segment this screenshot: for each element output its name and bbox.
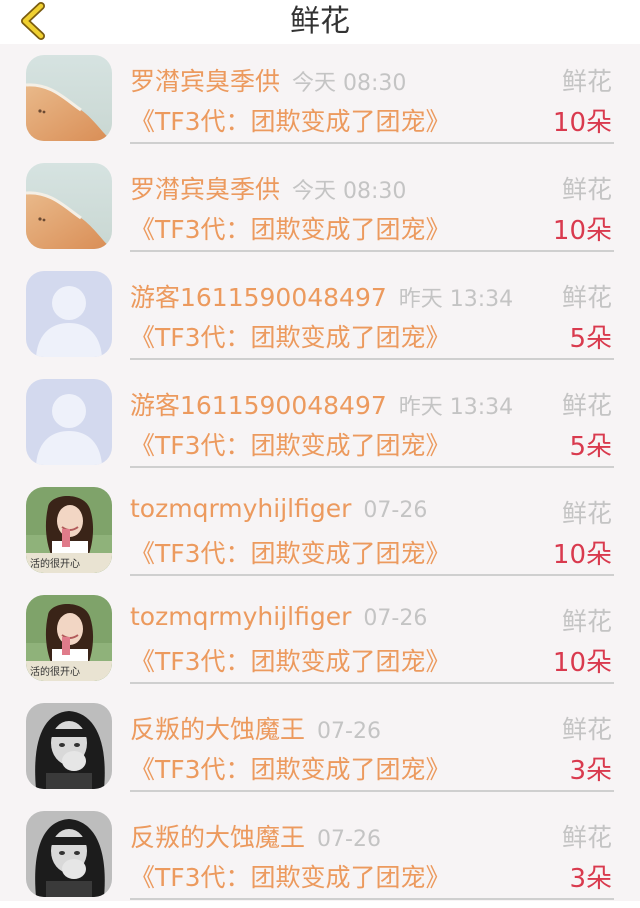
list-item[interactable]: 游客1611590048497 昨天 13:34 鲜花《TF3代：团欺变成了团宠》 5… — [0, 368, 640, 476]
sender-name-text: 罗潸宾臭季供 — [130, 67, 281, 96]
avatar[interactable] — [26, 271, 112, 357]
list-item[interactable]: 反叛的大蚀魔王 07-26 鲜花《TF3代：团欺变成了团宠》 3朵 — [0, 800, 640, 908]
sender-name[interactable]: 罗潸宾臭季供 今天 08:30 — [130, 170, 406, 206]
row-divider — [130, 466, 614, 468]
default-user-avatar — [26, 271, 112, 357]
timestamp: 今天 08:30 — [292, 71, 407, 96]
beach-photo-avatar — [26, 55, 112, 141]
gift-type-label: 鲜花 — [561, 823, 612, 852]
timestamp: 07-26 — [363, 606, 428, 631]
book-title-link[interactable]: 《TF3代：团欺变成了团宠》 — [130, 318, 451, 354]
timestamp: 昨天 13:34 — [398, 395, 514, 420]
row-divider — [130, 574, 614, 576]
row-divider — [130, 250, 614, 252]
list-item[interactable]: 反叛的大蚀魔王 07-26 鲜花《TF3代：团欺变成了团宠》 3朵 — [0, 692, 640, 800]
list-item[interactable]: 罗潸宾臭季供 今天 08:30 鲜花《TF3代：团欺变成了团宠》 10朵 — [0, 152, 640, 260]
bw-photo-avatar — [26, 703, 112, 789]
book-title-link[interactable]: 《TF3代：团欺变成了团宠》 — [130, 210, 451, 246]
gift-type-label: 鲜花 — [561, 715, 612, 744]
flower-count: 3朵 — [569, 756, 612, 786]
gift-type-label: 鲜花 — [561, 391, 612, 420]
list-item[interactable]: 活的很开心 tozmqrmyhijlfiger 07-26 鲜花《TF3代：团欺变成了… — [0, 476, 640, 584]
timestamp: 07-26 — [363, 498, 428, 523]
timestamp: 昨天 13:34 — [398, 287, 514, 312]
gift-type-label: 鲜花 — [561, 283, 612, 312]
svg-text:活的很开心: 活的很开心 — [30, 665, 80, 678]
book-title-link[interactable]: 《TF3代：团欺变成了团宠》 — [130, 858, 451, 894]
book-title-link[interactable]: 《TF3代：团欺变成了团宠》 — [130, 750, 451, 786]
avatar[interactable] — [26, 55, 112, 141]
sender-name[interactable]: 反叛的大蚀魔王 07-26 — [130, 710, 381, 746]
svg-text:活的很开心: 活的很开心 — [30, 557, 80, 570]
timestamp: 07-26 — [317, 719, 381, 744]
flower-gift-list: 罗潸宾臭季供 今天 08:30 鲜花 《TF3代：团欺变成了团宠》 10朵 罗潸宾臭季供今… — [0, 44, 640, 901]
avatar[interactable]: 活的很开心 — [26, 487, 112, 573]
row-divider — [130, 358, 614, 360]
sender-name[interactable]: 反叛的大蚀魔王 07-26 — [130, 818, 381, 854]
flower-count: 5朵 — [569, 324, 612, 354]
sender-name-text: 反叛的大蚀魔王 — [130, 715, 306, 744]
list-item[interactable]: 罗潸宾臭季供 今天 08:30 鲜花《TF3代：团欺变成了团宠》 10朵 — [0, 44, 640, 152]
flower-count: 10朵 — [552, 540, 612, 570]
row-divider — [130, 142, 614, 144]
photo-avatar: 活的很开心 — [26, 595, 112, 681]
sender-name-text: tozmqrmyhijlfiger — [130, 602, 352, 631]
sender-name-text: 游客1611590048497 — [130, 391, 387, 420]
flower-count: 10朵 — [552, 648, 612, 678]
sender-name[interactable]: tozmqrmyhijlfiger 07-26 — [130, 602, 427, 631]
default-user-avatar — [26, 379, 112, 465]
flower-count: 5朵 — [569, 432, 612, 462]
sender-name[interactable]: 游客1611590048497 昨天 13:34 — [130, 386, 513, 422]
top-bar: 鲜花 — [0, 0, 640, 44]
avatar[interactable] — [26, 703, 112, 789]
gift-type-label: 鲜花 — [561, 175, 612, 204]
book-title-link[interactable]: 《TF3代：团欺变成了团宠》 — [130, 426, 451, 462]
timestamp: 今天 08:30 — [292, 179, 407, 204]
book-title-link[interactable]: 《TF3代：团欺变成了团宠》 — [130, 102, 451, 138]
gift-type-label: 鲜花 — [561, 499, 612, 528]
list-item[interactable]: 游客1611590048497 昨天 13:34 鲜花《TF3代：团欺变成了团宠》 5… — [0, 260, 640, 368]
avatar[interactable]: 活的很开心 — [26, 595, 112, 681]
beach-photo-avatar — [26, 163, 112, 249]
gift-type-label: 鲜花 — [561, 607, 612, 636]
sender-name-text: 游客1611590048497 — [130, 283, 387, 312]
sender-name[interactable]: 罗潸宾臭季供 今天 08:30 — [130, 62, 406, 98]
flower-count: 3朵 — [569, 864, 612, 894]
gift-type-label: 鲜花 — [561, 67, 612, 96]
row-divider — [130, 790, 614, 792]
sender-name[interactable]: 游客1611590048497 昨天 13:34 — [130, 278, 513, 314]
flower-count: 10朵 — [552, 216, 612, 246]
list-item[interactable]: 活的很开心 tozmqrmyhijlfiger 07-26 鲜花《TF3代：团欺变成了… — [0, 584, 640, 692]
timestamp: 07-26 — [317, 827, 381, 852]
sender-name-text: 罗潸宾臭季供 — [130, 175, 281, 204]
avatar[interactable] — [26, 163, 112, 249]
sender-name[interactable]: tozmqrmyhijlfiger 07-26 — [130, 494, 427, 523]
photo-avatar: 活的很开心 — [26, 487, 112, 573]
page-title: 鲜花 — [290, 4, 350, 39]
sender-name-text: tozmqrmyhijlfiger — [130, 494, 352, 523]
row-divider — [130, 898, 614, 900]
book-title-link[interactable]: 《TF3代：团欺变成了团宠》 — [130, 534, 451, 570]
avatar[interactable] — [26, 811, 112, 897]
sender-name-text: 反叛的大蚀魔王 — [130, 823, 306, 852]
bw-photo-avatar — [26, 811, 112, 897]
row-divider — [130, 682, 614, 684]
avatar[interactable] — [26, 379, 112, 465]
book-title-link[interactable]: 《TF3代：团欺变成了团宠》 — [130, 642, 451, 678]
flower-count: 10朵 — [552, 108, 612, 138]
